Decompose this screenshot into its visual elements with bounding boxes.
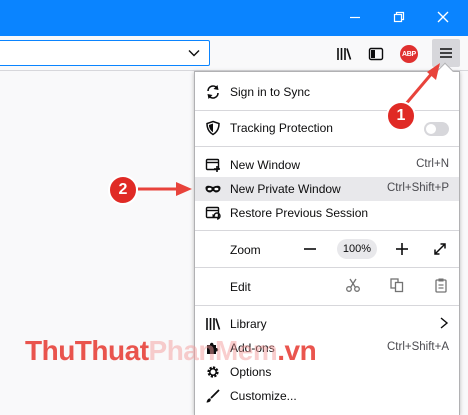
watermark-part: .vn <box>277 335 317 366</box>
annotation-arrowhead-2 <box>176 182 192 196</box>
step-badge-1: 1 <box>386 101 416 131</box>
step-badge-2: 2 <box>108 175 138 205</box>
annotation-arrow-1 <box>403 71 435 106</box>
watermark-part: PhanMem <box>148 335 278 366</box>
watermark-part: ThuThuat <box>25 335 149 366</box>
watermark: ThuThuatPhanMem.vn <box>25 335 317 367</box>
browser-window: ABP Sign in to Sync Tracking Protection <box>0 0 468 415</box>
